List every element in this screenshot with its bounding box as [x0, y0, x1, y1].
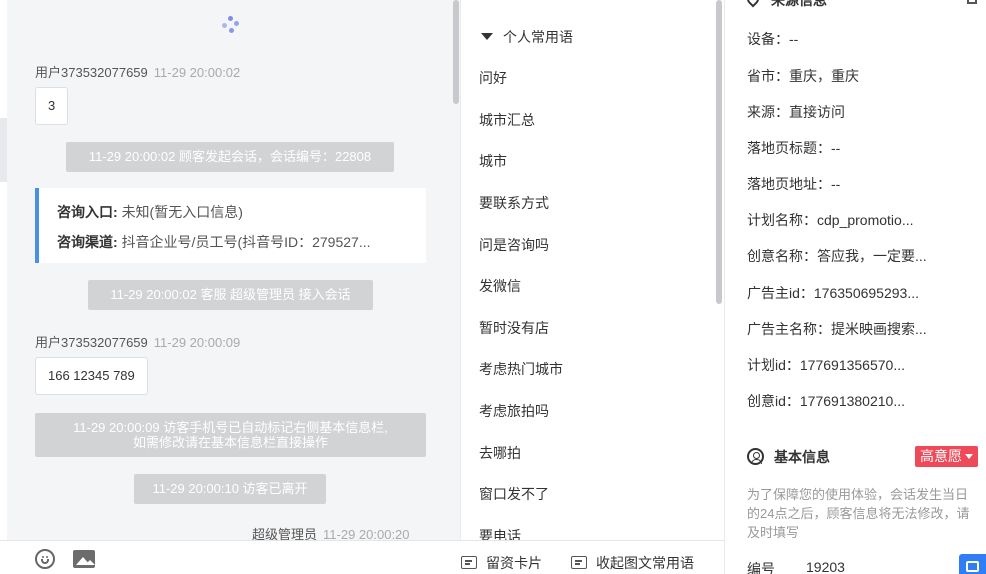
- caret-down-icon: [481, 33, 493, 40]
- chat-panel: 用户373532077659 11-29 20:00:02 3 11-29 20:…: [0, 0, 460, 574]
- basic-info-title-text: 基本信息: [774, 449, 830, 465]
- source-info-title: 来源信息: [744, 0, 827, 10]
- system-message-visitor-left: 11-29 20:00:10 访客已离开: [134, 474, 326, 504]
- intent-level-label: 高意愿: [920, 448, 962, 464]
- phrase-item[interactable]: 发微信: [479, 276, 521, 296]
- phrase-item[interactable]: 要联系方式: [479, 193, 549, 213]
- system-message-session-start: 11-29 20:00:02 顾客发起会话，会话编号：22808: [66, 142, 394, 172]
- id-label: 编号: [747, 561, 775, 574]
- location-pin-icon: [744, 0, 762, 8]
- source-field: 广告主id：176350695293...: [747, 285, 919, 301]
- phrase-item[interactable]: 城市: [479, 151, 507, 171]
- phrase-item[interactable]: 暂时没有店: [479, 318, 549, 338]
- channel-line: 咨询渠道: 抖音企业号/员工号(抖音号ID：279527...: [57, 232, 371, 252]
- collapse-phrases-button[interactable]: 收起图文常用语: [571, 553, 694, 573]
- source-field: 落地页地址：--: [747, 176, 841, 192]
- lead-card-label: 留资卡片: [486, 555, 542, 571]
- phrase-item[interactable]: 城市汇总: [479, 110, 535, 130]
- message-bubble: 166 12345 789: [35, 357, 148, 395]
- source-field: 广告主名称：提米映画搜索...: [747, 321, 927, 337]
- source-field: 创意id：177691380210...: [747, 393, 905, 409]
- source-field: 计划id：177691356570...: [747, 357, 905, 373]
- caret-down-icon: [965, 454, 973, 459]
- phrase-item[interactable]: 去哪拍: [479, 443, 521, 463]
- image-icon[interactable]: [73, 550, 95, 568]
- phrase-group-title: 个人常用语: [503, 29, 573, 45]
- card-icon: [461, 556, 477, 569]
- message-icon: [966, 561, 979, 572]
- user-circle-icon: [747, 448, 764, 465]
- source-field: 设备：--: [747, 31, 799, 47]
- phone-notice-line: 11-29 20:00:09 访客手机号已自动标记右侧基本信息栏,: [73, 420, 388, 435]
- chat-scrollbar[interactable]: [453, 0, 459, 104]
- edit-icon[interactable]: [967, 0, 977, 4]
- chat-panel-edge: [0, 0, 7, 540]
- system-message-agent-join: 11-29 20:00:02 客服 超级管理员 接入会话: [88, 280, 373, 310]
- phrase-item[interactable]: 窗口发不了: [479, 484, 549, 504]
- phrase-item[interactable]: 考虑旅拍吗: [479, 401, 549, 421]
- source-field: 落地页标题：--: [747, 140, 841, 156]
- intent-level-dropdown[interactable]: 高意愿: [915, 446, 978, 467]
- customer-service-workspace: 用户373532077659 11-29 20:00:02 3 11-29 20:…: [0, 0, 986, 574]
- chat-toolbar: 留资卡片 收起图文常用语: [0, 540, 724, 574]
- customer-info-panel: 来源信息 设备：-- 省市：重庆，重庆 来源：直接访问 落地页标题：-- 落地页…: [724, 0, 986, 574]
- edit-notice: 为了保障您的使用体验，会话发生当日的24点之后，顾客信息将无法修改，请及时填写: [747, 487, 970, 540]
- entry-value: 未知(暂无入口信息): [121, 204, 243, 220]
- phrase-item[interactable]: 问是咨询吗: [479, 235, 549, 255]
- phrase-group-header[interactable]: 个人常用语: [481, 27, 573, 47]
- loading-spinner-icon: [222, 16, 240, 34]
- message-icon: [571, 556, 587, 569]
- floating-message-button[interactable]: [959, 554, 986, 574]
- basic-info-title: 基本信息: [747, 447, 830, 467]
- phrase-item[interactable]: 问好: [479, 68, 507, 88]
- source-field: 来源：直接访问: [747, 104, 845, 120]
- entry-line: 咨询入口: 未知(暂无入口信息): [57, 202, 243, 222]
- message-sender: 用户373532077659 11-29 20:00:02: [35, 62, 240, 81]
- system-message-phone-notice: 11-29 20:00:09 访客手机号已自动标记右侧基本信息栏, 如需修改请在…: [35, 413, 426, 457]
- sender-name: 用户373532077659: [35, 65, 148, 80]
- source-field: 计划名称：cdp_promotio...: [747, 212, 914, 228]
- emoji-icon[interactable]: [35, 549, 55, 569]
- phrases-scrollbar[interactable]: [716, 0, 722, 304]
- channel-label: 咨询渠道:: [57, 234, 118, 250]
- message-bubble: 3: [35, 87, 69, 125]
- source-info-title-text: 来源信息: [771, 0, 827, 8]
- sender-name: 用户373532077659: [35, 335, 148, 350]
- lead-card-button[interactable]: 留资卡片: [461, 553, 542, 573]
- message-sender: 用户373532077659 11-29 20:00:09: [35, 332, 240, 351]
- phrase-item[interactable]: 考虑热门城市: [479, 359, 563, 379]
- phone-notice-line: 如需修改请在基本信息栏直接操作: [132, 435, 328, 450]
- source-field: 创意名称：答应我，一定要...: [747, 248, 927, 264]
- source-field: 省市：重庆，重庆: [747, 68, 859, 84]
- message-time: 11-29 20:00:09: [153, 335, 241, 350]
- collapse-phrases-label: 收起图文常用语: [596, 555, 694, 571]
- id-value: 19203: [806, 559, 845, 574]
- channel-value: 抖音企业号/员工号(抖音号ID：279527...: [121, 234, 371, 250]
- collapse-handle[interactable]: [0, 118, 7, 182]
- entry-label: 咨询入口:: [57, 204, 118, 220]
- phrase-item[interactable]: 要电话: [479, 526, 521, 540]
- phrases-panel: 个人常用语 问好 城市汇总 城市 要联系方式 问是咨询吗 发微信 暂时没有店 考…: [460, 0, 724, 540]
- consult-entry-card: 咨询入口: 未知(暂无入口信息) 咨询渠道: 抖音企业号/员工号(抖音号ID：2…: [35, 188, 426, 263]
- message-time: 11-29 20:00:02: [153, 65, 241, 80]
